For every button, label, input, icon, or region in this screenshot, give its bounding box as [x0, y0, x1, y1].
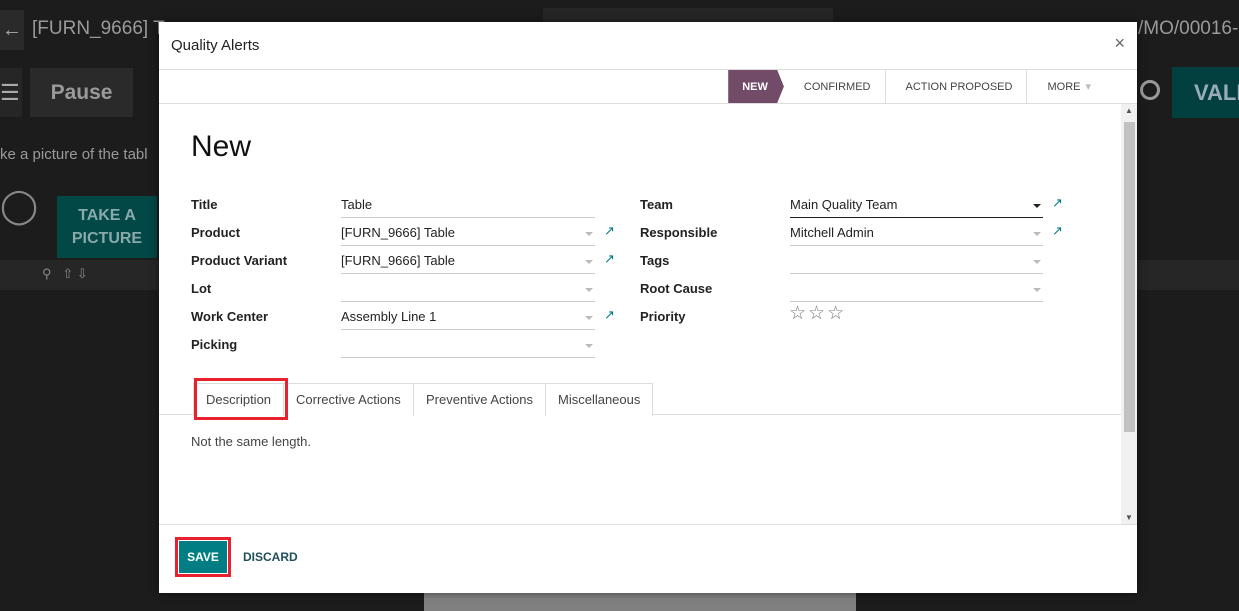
product-variant-label: Product Variant	[191, 253, 288, 268]
document-preview	[424, 593, 856, 611]
tab-preventive-actions[interactable]: Preventive Actions	[413, 383, 546, 416]
external-link-icon[interactable]: ↗	[1052, 223, 1063, 239]
record-name: New	[191, 130, 252, 163]
background-title: [FURN_9666] Ta	[32, 18, 174, 39]
priority-stars[interactable]: ☆☆☆	[789, 302, 846, 325]
stage-action-proposed[interactable]: ACTION PROPOSED	[886, 70, 1028, 103]
dialog-header: Quality Alerts ×	[159, 22, 1137, 70]
take-picture-button[interactable]: TAKE A PICTURE	[57, 196, 157, 258]
work-center-select[interactable]: Assembly Line 1	[341, 303, 595, 330]
tab-miscellaneous[interactable]: Miscellaneous	[545, 383, 654, 416]
product-select[interactable]: [FURN_9666] Table	[341, 219, 595, 246]
external-link-icon[interactable]: ↗	[604, 307, 615, 323]
title-input[interactable]: Table	[341, 191, 595, 218]
status-bar: NEW CONFIRMED ACTION PROPOSED MORE ▾	[159, 70, 1137, 104]
priority-label: Priority	[640, 309, 686, 324]
instruction-text: ke a picture of the tabl	[0, 146, 148, 163]
dialog-title: Quality Alerts	[171, 37, 260, 54]
quality-alert-dialog: Quality Alerts × NEW CONFIRMED ACTION PR…	[159, 22, 1137, 593]
external-link-icon[interactable]: ↗	[604, 223, 615, 239]
pause-button[interactable]: Pause	[30, 68, 133, 117]
mo-reference: /MO/00016-	[1138, 18, 1239, 39]
root-cause-select[interactable]	[790, 275, 1043, 302]
highlight-box	[194, 378, 288, 420]
scroll-up-icon[interactable]: ▲	[1125, 106, 1133, 115]
menu-icon[interactable]: ☰	[0, 68, 22, 117]
save-button[interactable]: SAVE	[175, 537, 231, 577]
stage-confirmed[interactable]: CONFIRMED	[784, 70, 886, 103]
title-label: Title	[191, 197, 218, 212]
lot-select[interactable]	[341, 275, 595, 302]
work-center-label: Work Center	[191, 309, 269, 324]
responsible-label: Responsible	[640, 225, 718, 240]
tags-label: Tags	[640, 253, 670, 268]
team-label: Team	[640, 197, 673, 212]
scrollbar-thumb[interactable]	[1124, 122, 1135, 432]
product-label: Product	[191, 225, 241, 240]
stage-more-label: MORE	[1047, 80, 1081, 93]
lot-label: Lot	[191, 281, 212, 296]
team-select[interactable]: Main Quality Team	[790, 191, 1043, 218]
notebook-tabs: Description Corrective Actions Preventiv…	[159, 381, 1121, 416]
stage-more-dropdown[interactable]: MORE ▾	[1027, 70, 1105, 103]
picking-select[interactable]	[341, 331, 595, 358]
validate-button[interactable]: VALI	[1172, 67, 1239, 118]
clock-icon	[1140, 80, 1160, 100]
dialog-footer: SAVE DISCARD	[159, 524, 1137, 593]
camera-plus-icon: ◯	[0, 187, 39, 225]
product-variant-select[interactable]: [FURN_9666] Table	[341, 247, 595, 274]
external-link-icon[interactable]: ↗	[604, 251, 615, 267]
scroll-down-icon[interactable]: ▼	[1125, 513, 1133, 522]
back-button[interactable]: ←	[0, 10, 24, 50]
tab-corrective-actions[interactable]: Corrective Actions	[283, 383, 414, 416]
root-cause-label: Root Cause	[640, 281, 713, 296]
external-link-icon[interactable]: ↗	[1052, 195, 1063, 211]
discard-button[interactable]: DISCARD	[243, 550, 298, 564]
description-text[interactable]: Not the same length.	[191, 434, 311, 449]
caret-down-icon: ▾	[1085, 81, 1091, 93]
close-icon[interactable]: ×	[1114, 33, 1125, 54]
tags-select[interactable]	[790, 247, 1043, 274]
responsible-select[interactable]: Mitchell Admin	[790, 219, 1043, 246]
form-body: New Title Table Product [FURN_9666] Tabl…	[159, 104, 1121, 524]
picking-label: Picking	[191, 337, 238, 352]
stage-new[interactable]: NEW	[728, 70, 784, 103]
scrollbar[interactable]: ▲ ▼	[1121, 104, 1137, 524]
